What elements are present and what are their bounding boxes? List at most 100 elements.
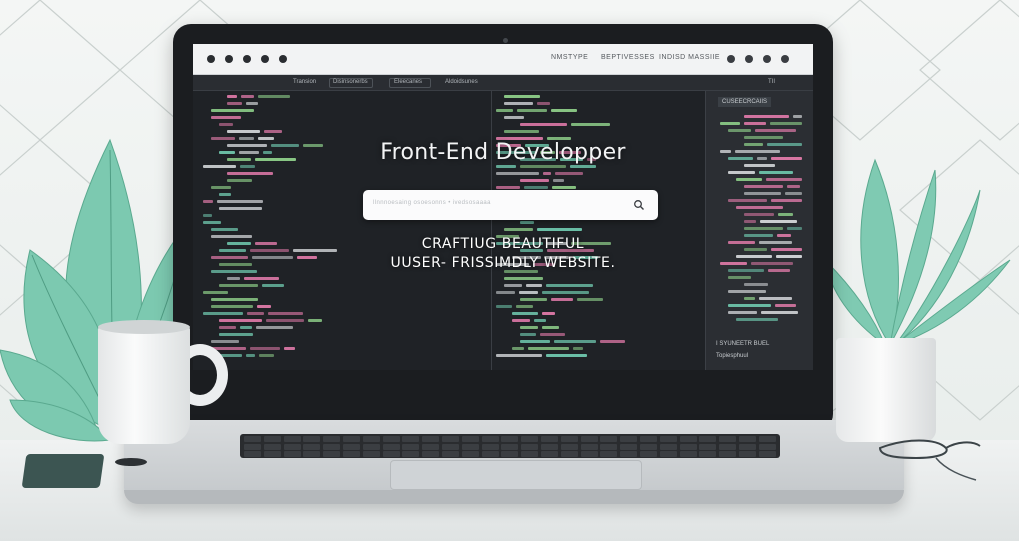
keyboard-key[interactable]: [244, 443, 261, 450]
keyboard-key[interactable]: [461, 443, 479, 450]
nav-link[interactable]: NMSTYPE: [551, 54, 588, 61]
keyboard-key[interactable]: [699, 451, 717, 457]
keyboard-key[interactable]: [422, 451, 440, 457]
keyboard-key[interactable]: [501, 443, 519, 450]
window-dot[interactable]: [763, 55, 771, 63]
keyboard-key[interactable]: [659, 436, 677, 442]
keyboard-key[interactable]: [263, 451, 281, 457]
editor-tab[interactable]: Aldoidsunes: [445, 79, 478, 85]
keyboard-key[interactable]: [244, 436, 261, 442]
keyboard-key[interactable]: [560, 443, 578, 450]
keyboard-key[interactable]: [362, 451, 380, 457]
keyboard-key[interactable]: [263, 443, 281, 450]
keyboard-key[interactable]: [343, 451, 360, 457]
keyboard-key[interactable]: [739, 443, 756, 450]
keyboard-key[interactable]: [620, 451, 638, 457]
keyboard-key[interactable]: [283, 436, 301, 442]
window-dot[interactable]: [727, 55, 735, 63]
search-input[interactable]: llnnnoesaing osoesonns • ivedsosaaaa: [363, 190, 658, 220]
keyboard-key[interactable]: [600, 436, 618, 442]
keyboard-key[interactable]: [560, 436, 578, 442]
keyboard-key[interactable]: [402, 443, 420, 450]
keyboard-key[interactable]: [739, 451, 756, 457]
keyboard-key[interactable]: [422, 436, 440, 442]
keyboard-key[interactable]: [303, 451, 321, 457]
nav-link[interactable]: INDISD MASSIIE: [659, 54, 720, 61]
keyboard-key[interactable]: [679, 436, 697, 442]
window-dot[interactable]: [243, 55, 251, 63]
keyboard-key[interactable]: [461, 436, 479, 442]
keyboard-key[interactable]: [640, 451, 657, 457]
window-dot[interactable]: [207, 55, 215, 63]
keyboard-key[interactable]: [442, 436, 459, 442]
keyboard-key[interactable]: [481, 436, 499, 442]
editor-tab[interactable]: Eleecanes: [394, 79, 422, 85]
keyboard-key[interactable]: [402, 436, 420, 442]
window-dot[interactable]: [781, 55, 789, 63]
keyboard-key[interactable]: [263, 436, 281, 442]
keyboard-key[interactable]: [323, 443, 341, 450]
nav-link[interactable]: BEPTIVESSES: [601, 54, 655, 61]
keyboard-key[interactable]: [541, 451, 558, 457]
keyboard-key[interactable]: [521, 436, 539, 442]
keyboard-key[interactable]: [442, 451, 459, 457]
keyboard-key[interactable]: [481, 443, 499, 450]
keyboard-key[interactable]: [659, 451, 677, 457]
keyboard-key[interactable]: [719, 443, 737, 450]
window-dot[interactable]: [279, 55, 287, 63]
keyboard-key[interactable]: [560, 451, 578, 457]
keyboard-key[interactable]: [699, 443, 717, 450]
keyboard-key[interactable]: [362, 443, 380, 450]
keyboard-key[interactable]: [679, 451, 697, 457]
search-icon[interactable]: [633, 199, 645, 211]
keyboard-key[interactable]: [283, 451, 301, 457]
keyboard-key[interactable]: [739, 436, 756, 442]
keyboard-key[interactable]: [362, 436, 380, 442]
keyboard-key[interactable]: [640, 436, 657, 442]
keyboard-key[interactable]: [343, 436, 360, 442]
keyboard-key[interactable]: [323, 451, 341, 457]
keyboard-key[interactable]: [699, 436, 717, 442]
keyboard-key[interactable]: [600, 451, 618, 457]
keyboard-key[interactable]: [640, 443, 657, 450]
window-dot[interactable]: [225, 55, 233, 63]
keyboard-key[interactable]: [719, 436, 737, 442]
keyboard-key[interactable]: [521, 443, 539, 450]
keyboard-key[interactable]: [620, 443, 638, 450]
editor-tab[interactable]: Disinsonerbs: [333, 79, 368, 85]
keyboard-key[interactable]: [620, 436, 638, 442]
keyboard-key[interactable]: [481, 451, 499, 457]
keyboard-key[interactable]: [244, 451, 261, 457]
keyboard-key[interactable]: [580, 436, 598, 442]
keyboard-key[interactable]: [719, 451, 737, 457]
keyboard-key[interactable]: [580, 443, 598, 450]
editor-tab[interactable]: TII: [768, 79, 775, 85]
keyboard-key[interactable]: [303, 436, 321, 442]
keyboard-key[interactable]: [758, 451, 776, 457]
window-dot[interactable]: [745, 55, 753, 63]
keyboard-key[interactable]: [679, 443, 697, 450]
trackpad[interactable]: [390, 460, 642, 490]
keyboard-key[interactable]: [382, 443, 400, 450]
editor-tab[interactable]: Transion: [293, 79, 316, 85]
keyboard-key[interactable]: [521, 451, 539, 457]
keyboard-key[interactable]: [758, 436, 776, 442]
keyboard-key[interactable]: [580, 451, 598, 457]
keyboard-key[interactable]: [283, 443, 301, 450]
keyboard-key[interactable]: [303, 443, 321, 450]
keyboard-key[interactable]: [541, 443, 558, 450]
keyboard-key[interactable]: [461, 451, 479, 457]
keyboard-key[interactable]: [323, 436, 341, 442]
keyboard-key[interactable]: [422, 443, 440, 450]
window-dot[interactable]: [261, 55, 269, 63]
keyboard-key[interactable]: [758, 443, 776, 450]
keyboard-key[interactable]: [501, 436, 519, 442]
keyboard-key[interactable]: [659, 443, 677, 450]
keyboard-key[interactable]: [382, 436, 400, 442]
keyboard-key[interactable]: [501, 451, 519, 457]
keyboard-key[interactable]: [402, 451, 420, 457]
keyboard-key[interactable]: [600, 443, 618, 450]
keyboard-key[interactable]: [442, 443, 459, 450]
keyboard-key[interactable]: [541, 436, 558, 442]
keyboard-key[interactable]: [382, 451, 400, 457]
